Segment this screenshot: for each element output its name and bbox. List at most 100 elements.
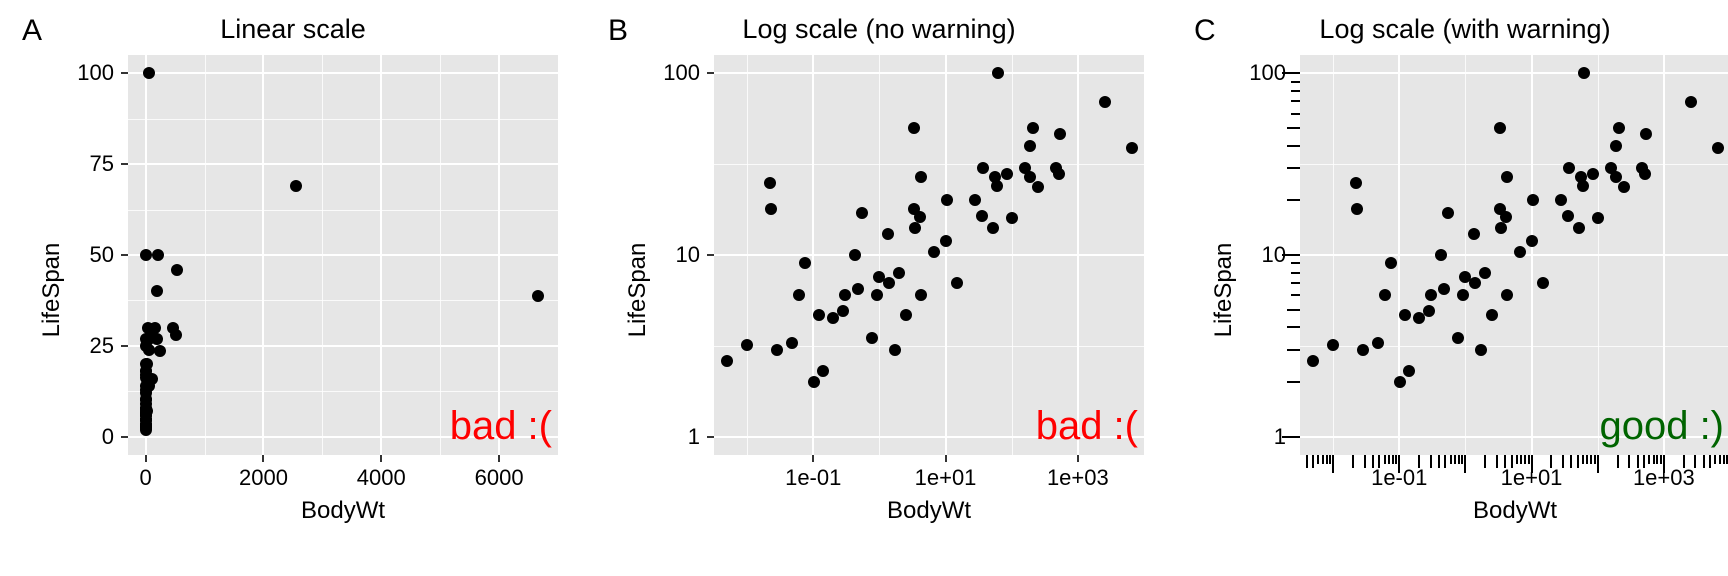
scatter-point (1423, 305, 1435, 317)
scatter-point (1494, 122, 1506, 134)
scatter-point (143, 344, 155, 356)
scatter-point (889, 344, 901, 356)
scatter-point (1469, 277, 1481, 289)
scatter-point (141, 405, 153, 417)
scatter-point (808, 376, 820, 388)
scatter-point (1399, 309, 1411, 321)
x-tick-label: 2000 (239, 465, 288, 491)
scatter-point (1577, 180, 1589, 192)
scatter-point (992, 67, 1004, 79)
scatter-point (951, 277, 963, 289)
scatter-point (143, 67, 155, 79)
scatter-point (1501, 171, 1513, 183)
scatter-point (866, 332, 878, 344)
scatter-point (1468, 228, 1480, 240)
facet-c: C Log scale (with warning) LifeSpan 1101… (1172, 0, 1728, 576)
scatter-point (1639, 168, 1651, 180)
scatter-panel-c: 1101001e-011e+011e+03good :) (1300, 55, 1728, 455)
scatter-point (991, 180, 1003, 192)
scatter-point (1486, 309, 1498, 321)
x-axis-title: BodyWt (714, 497, 1144, 525)
scatter-point (940, 235, 952, 247)
scatter-point (786, 337, 798, 349)
scatter-point (140, 249, 152, 261)
scatter-point (170, 329, 182, 341)
scatter-point (1438, 283, 1450, 295)
scatter-point (883, 277, 895, 289)
facet-tag: C (1194, 14, 1216, 48)
scatter-point (915, 171, 927, 183)
scatter-point (1357, 344, 1369, 356)
y-axis-title: LifeSpan (624, 243, 652, 338)
judgement-annotation: bad :( (450, 404, 552, 449)
scatter-point (1372, 337, 1384, 349)
scatter-point (1592, 212, 1604, 224)
scatter-point (771, 344, 783, 356)
scatter-point (765, 203, 777, 215)
chart-title-c: Log scale (with warning) (1190, 14, 1728, 45)
scatter-point (1685, 96, 1697, 108)
scatter-point (741, 339, 753, 351)
scatter-point (900, 309, 912, 321)
y-tick-label: 50 (90, 242, 114, 268)
scatter-point (1001, 168, 1013, 180)
scatter-point (837, 305, 849, 317)
x-tick-label: 6000 (475, 465, 524, 491)
scatter-point (1537, 277, 1549, 289)
y-tick-label: 25 (90, 333, 114, 359)
scatter-point (941, 194, 953, 206)
scatter-point (1526, 235, 1538, 247)
y-tick-label: 100 (1249, 60, 1286, 86)
scatter-point (1562, 210, 1574, 222)
scatter-point (1500, 211, 1512, 223)
scatter-point (1351, 203, 1363, 215)
scatter-point (1442, 207, 1454, 219)
y-tick-label: 0 (102, 424, 114, 450)
x-tick-label: 1e-01 (785, 465, 841, 491)
scatter-point (852, 283, 864, 295)
scatter-point (1099, 96, 1111, 108)
x-tick-label: 1e+01 (915, 465, 977, 491)
y-axis-title: LifeSpan (38, 243, 66, 338)
scatter-point (1573, 222, 1585, 234)
scatter-point (1618, 181, 1630, 193)
scatter-point (908, 122, 920, 134)
scatter-panel-a: 02550751000200040006000bad :( (128, 55, 558, 455)
scatter-point (141, 358, 153, 370)
scatter-point (856, 207, 868, 219)
scatter-point (1457, 289, 1469, 301)
scatter-point (1403, 365, 1415, 377)
scatter-point (1555, 194, 1567, 206)
scatter-point (151, 333, 163, 345)
scatter-point (793, 289, 805, 301)
chart-title-b: Log scale (no warning) (604, 14, 1154, 45)
facet-a: A Linear scale LifeSpan 0255075100020004… (0, 0, 586, 576)
chart-title-a: Linear scale (18, 14, 568, 45)
scatter-point (915, 289, 927, 301)
scatter-point (977, 162, 989, 174)
scatter-point (813, 309, 825, 321)
y-tick-label: 1 (688, 424, 700, 450)
scatter-point (849, 249, 861, 261)
scatter-point (1501, 289, 1513, 301)
scatter-point (817, 365, 829, 377)
scatter-point (1578, 67, 1590, 79)
scatter-point (893, 267, 905, 279)
scatter-point (987, 222, 999, 234)
scatter-point (532, 290, 544, 302)
scatter-point (764, 177, 776, 189)
scatter-point (1379, 289, 1391, 301)
scatter-point (1053, 168, 1065, 180)
scatter-point (1327, 339, 1339, 351)
scatter-point (290, 180, 302, 192)
scatter-point (1587, 168, 1599, 180)
scatter-point (152, 249, 164, 261)
scatter-point (1006, 212, 1018, 224)
scatter-point (151, 285, 163, 297)
scatter-point (1425, 289, 1437, 301)
scatter-point (1435, 249, 1447, 261)
scatter-point (1032, 181, 1044, 193)
scatter-point (1527, 194, 1539, 206)
scatter-point (1475, 344, 1487, 356)
x-tick-label: 1e+03 (1047, 465, 1109, 491)
